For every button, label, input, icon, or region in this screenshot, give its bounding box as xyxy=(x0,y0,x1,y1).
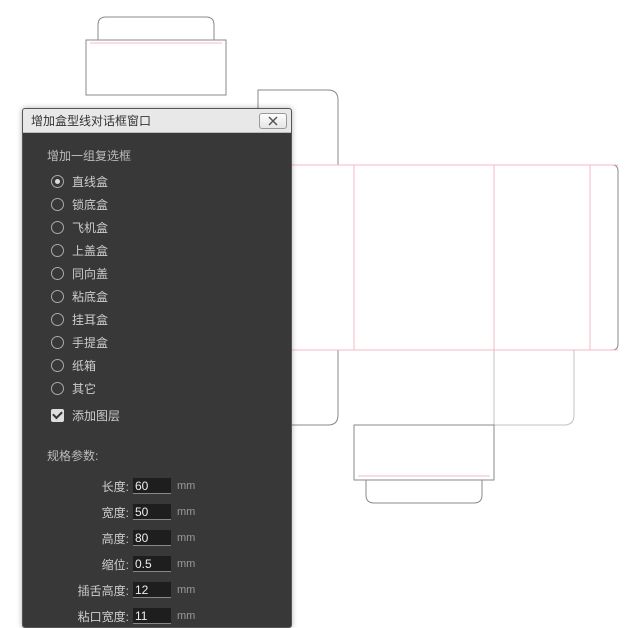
option-glue-bottom[interactable]: 粘底盒 xyxy=(51,285,273,308)
radio-icon xyxy=(51,290,64,303)
tongue-input[interactable] xyxy=(133,582,171,598)
radio-icon xyxy=(51,336,64,349)
dialog-title: 增加盒型线对话框窗口 xyxy=(31,112,259,129)
radio-icon xyxy=(51,313,64,326)
param-length: 长度: mm xyxy=(51,474,273,498)
option-airplane-box[interactable]: 飞机盒 xyxy=(51,216,273,239)
param-glue-width: 粘口宽度: mm xyxy=(51,604,273,628)
params-label: 规格参数: xyxy=(47,447,273,464)
param-height: 高度: mm xyxy=(51,526,273,550)
shrink-input[interactable] xyxy=(133,556,171,572)
radio-icon xyxy=(51,198,64,211)
option-lock-bottom[interactable]: 锁底盒 xyxy=(51,193,273,216)
option-carton[interactable]: 纸箱 xyxy=(51,354,273,377)
option-same-direction[interactable]: 同向盖 xyxy=(51,262,273,285)
group-label: 增加一组复选框 xyxy=(47,147,273,164)
radio-icon xyxy=(51,244,64,257)
param-shrink: 缩位: mm xyxy=(51,552,273,576)
option-other[interactable]: 其它 xyxy=(51,377,273,400)
radio-icon xyxy=(51,175,64,188)
checkbox-icon xyxy=(51,409,64,422)
option-ear-box[interactable]: 挂耳盒 xyxy=(51,308,273,331)
width-input[interactable] xyxy=(133,504,171,520)
dialog-titlebar[interactable]: 增加盒型线对话框窗口 xyxy=(23,109,291,133)
box-type-dialog: 增加盒型线对话框窗口 增加一组复选框 直线盒 锁底盒 飞机盒 上盖盒 xyxy=(22,108,292,628)
param-width: 宽度: mm xyxy=(51,500,273,524)
radio-icon xyxy=(51,267,64,280)
option-top-cover[interactable]: 上盖盒 xyxy=(51,239,273,262)
radio-icon xyxy=(51,359,64,372)
radio-icon xyxy=(51,221,64,234)
param-tongue-height: 插舌高度: mm xyxy=(51,578,273,602)
height-input[interactable] xyxy=(133,530,171,546)
close-icon xyxy=(268,116,278,126)
glue-input[interactable] xyxy=(133,608,171,624)
option-handbag[interactable]: 手提盒 xyxy=(51,331,273,354)
radio-icon xyxy=(51,382,64,395)
box-type-options: 直线盒 锁底盒 飞机盒 上盖盒 同向盖 粘底盒 xyxy=(51,170,273,427)
option-straight-box[interactable]: 直线盒 xyxy=(51,170,273,193)
checkbox-add-layer[interactable]: 添加图层 xyxy=(51,404,273,427)
length-input[interactable] xyxy=(133,478,171,494)
close-button[interactable] xyxy=(259,113,287,129)
